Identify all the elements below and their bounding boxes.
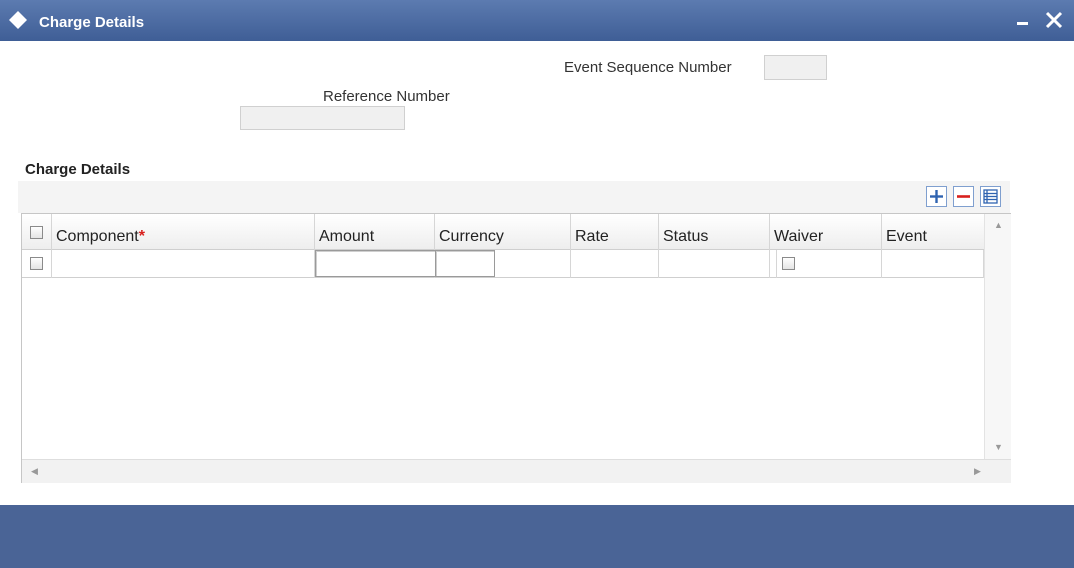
view-details-button[interactable] bbox=[980, 186, 1001, 207]
currency-cell bbox=[435, 250, 571, 278]
minimize-icon[interactable] bbox=[1015, 14, 1031, 28]
row-select-checkbox[interactable] bbox=[30, 257, 43, 270]
table-row bbox=[22, 250, 984, 278]
scroll-left-icon[interactable]: ◀ bbox=[31, 466, 38, 477]
vertical-scrollbar[interactable]: ▲ ▼ bbox=[984, 214, 1011, 459]
required-marker: * bbox=[138, 228, 145, 245]
amount-input[interactable] bbox=[315, 250, 436, 277]
scroll-up-icon[interactable]: ▲ bbox=[994, 220, 1003, 230]
row-select-cell bbox=[22, 250, 52, 278]
select-all-cell bbox=[22, 214, 52, 250]
waiver-checkbox[interactable] bbox=[782, 257, 795, 270]
add-row-icon bbox=[930, 190, 943, 203]
reference-number-label: Reference Number bbox=[323, 88, 450, 105]
title-bar: Charge Details bbox=[0, 0, 1074, 41]
waiver-divider bbox=[776, 250, 777, 278]
charge-details-grid: Component* Amount Currency Rate Status W… bbox=[21, 213, 1011, 483]
select-all-checkbox[interactable] bbox=[30, 226, 43, 239]
window-title: Charge Details bbox=[39, 14, 145, 31]
delete-row-button[interactable] bbox=[953, 186, 974, 207]
view-details-icon bbox=[983, 189, 998, 204]
horizontal-scrollbar[interactable]: ◀ ▶ bbox=[22, 459, 1011, 483]
event-sequence-number-label: Event Sequence Number bbox=[564, 59, 732, 76]
section-title: Charge Details bbox=[25, 161, 131, 178]
diamond-icon bbox=[9, 11, 27, 29]
column-header-component[interactable]: Component* bbox=[52, 214, 315, 250]
reference-number-field[interactable] bbox=[240, 106, 405, 130]
amount-cell bbox=[315, 250, 436, 278]
add-row-button[interactable] bbox=[926, 186, 947, 207]
status-cell[interactable] bbox=[659, 250, 770, 278]
column-header-waiver[interactable]: Waiver bbox=[770, 214, 882, 250]
column-header-currency[interactable]: Currency bbox=[435, 214, 571, 250]
scroll-down-icon[interactable]: ▼ bbox=[994, 442, 1003, 452]
grid-toolbar bbox=[18, 181, 1010, 213]
scroll-right-icon[interactable]: ▶ bbox=[974, 466, 981, 477]
column-header-amount[interactable]: Amount bbox=[315, 214, 435, 250]
event-cell[interactable] bbox=[882, 250, 984, 278]
waiver-cell bbox=[770, 250, 882, 278]
currency-input[interactable] bbox=[435, 250, 495, 277]
component-cell[interactable] bbox=[52, 250, 315, 278]
component-header-label: Component bbox=[56, 228, 139, 245]
grid-header: Component* Amount Currency Rate Status W… bbox=[22, 214, 984, 250]
event-sequence-number-field[interactable] bbox=[764, 55, 827, 80]
column-header-rate[interactable]: Rate bbox=[571, 214, 659, 250]
close-icon[interactable] bbox=[1043, 9, 1065, 31]
column-header-status[interactable]: Status bbox=[659, 214, 770, 250]
footer-bar bbox=[0, 505, 1074, 568]
rate-cell[interactable] bbox=[571, 250, 659, 278]
column-header-event[interactable]: Event bbox=[882, 214, 984, 250]
delete-row-icon bbox=[957, 195, 970, 198]
